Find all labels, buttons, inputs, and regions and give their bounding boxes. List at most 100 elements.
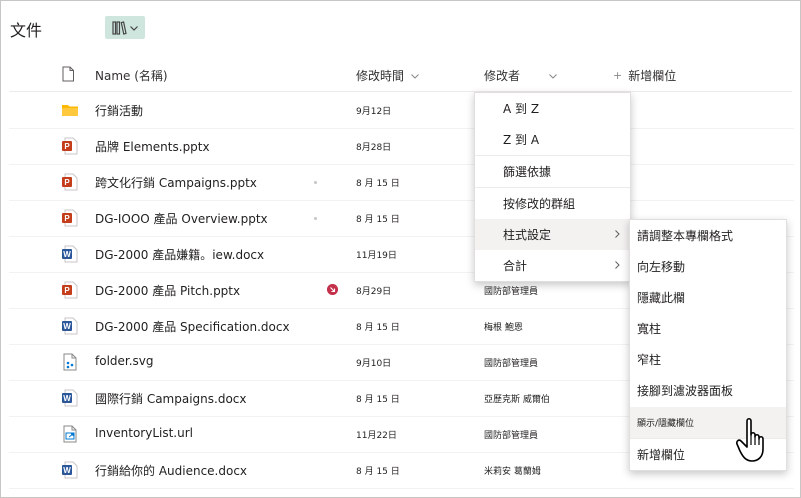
chevron-down-icon [411,73,419,79]
more-actions-dot[interactable] [314,181,317,184]
file-name[interactable]: DG-IOOO 產品 Overview.pptx [95,210,268,227]
svg-text:W: W [63,322,71,331]
powerpoint-icon: P [62,209,78,227]
chevron-down-icon [549,73,557,79]
modified-date: 8 月 15 日 [356,323,400,333]
menu-item-label: 向左移動 [637,260,686,274]
hand-pointer-cursor-icon [736,417,764,462]
submenu-item-pin-to-filters-pane[interactable]: 接腳到濾波器面板 [630,375,786,406]
powerpoint-icon: P [62,173,78,191]
more-actions-dot[interactable] [314,217,317,220]
view-switcher-button[interactable] [105,16,145,39]
file-name[interactable]: 國際行銷 Campaigns.docx [95,390,247,407]
menu-item-label: 顯示/隱藏欄位 [637,419,695,429]
menu-item-label: 合計 [503,259,528,273]
file-name[interactable]: DG-2000 產品 Specification.docx [95,318,290,335]
modified-date: 11月22日 [356,431,397,441]
file-name[interactable]: 品牌 Elements.pptx [95,138,210,155]
column-header-modified-by-label: 修改者 [484,69,521,83]
svg-text:W: W [63,250,71,259]
menu-item-label: 新增欄位 [637,448,686,462]
modified-date: 11月19日 [356,251,397,261]
submenu-item-wider-column[interactable]: 寬柱 [630,313,786,344]
table-row[interactable]: 行銷活動 9月12日 [9,92,794,129]
document-icon [62,66,74,82]
column-header-name-label: Name (名稱) [95,69,168,83]
menu-item-sort-a-to-z[interactable]: A 到 Z [475,93,630,124]
svg-text:P: P [64,142,70,151]
modified-by: 米莉安 葛蘭姆 [484,467,541,477]
document-library: 文件 Name (名稱) 修改時間 修改者 + 新增欄位 行銷活動 9月12日 … [0,0,801,498]
library-view-icon [112,20,127,35]
word-icon: W [62,245,78,263]
modified-date: 8 月 15 日 [356,467,400,477]
chevron-right-icon [615,230,620,238]
svg-file-icon [63,353,77,371]
menu-item-sort-z-to-a[interactable]: Z 到 A [475,124,630,155]
menu-item-label: 接腳到濾波器面板 [637,384,734,398]
url-file-icon [63,425,77,443]
menu-item-label: 窄柱 [637,353,662,367]
submenu-item-format-column[interactable]: 請調整本專欄格式 [630,220,786,251]
file-name[interactable]: 行銷活動 [95,102,143,119]
library-title: 文件 [10,21,43,40]
svg-text:P: P [64,178,70,187]
menu-item-column-settings[interactable]: 柱式設定 [475,219,630,250]
modified-by: 亞歷克斯 威爾伯 [484,395,550,405]
modified-by: 國防部管理員 [484,359,539,369]
file-name[interactable]: DG-2000 產品嫌籍。iew.docx [95,246,264,263]
modified-date: 9月10日 [356,359,392,369]
file-name[interactable]: 跨文化行銷 Campaigns.pptx [95,174,257,191]
menu-item-totals[interactable]: 合計 [475,250,630,281]
svg-text:W: W [63,394,71,403]
submenu-item-hide-column[interactable]: 隱藏此欄 [630,282,786,313]
word-icon: W [62,389,78,407]
menu-item-label: 按修改的群組 [503,197,576,211]
column-header-modified-by[interactable]: 修改者 [484,67,558,84]
add-column-button[interactable]: + 新增欄位 [613,67,676,84]
column-header-modified-label: 修改時間 [356,69,405,83]
folder-icon [62,105,78,116]
chevron-right-icon [615,261,620,269]
column-header-row: Name (名稱) 修改時間 修改者 + 新增欄位 [9,59,792,92]
file-name[interactable]: 行銷給你的 Audience.docx [95,462,247,479]
modified-by: 國防部管理員 [484,431,539,441]
file-name[interactable]: DG-2000 產品 Pitch.pptx [95,282,240,299]
menu-item-label: 隱藏此欄 [637,291,686,305]
menu-item-label: 篩選依據 [503,165,552,179]
table-row[interactable]: P 品牌 Elements.pptx 8月28日 [9,128,794,165]
add-column-label: 新增欄位 [628,69,677,83]
word-icon: W [62,317,78,335]
modified-date: 8 月 15 日 [356,395,400,405]
svg-text:P: P [64,286,70,295]
modified-date: 9月12日 [356,107,392,117]
file-type-header[interactable] [61,66,75,82]
modified-date: 8月28日 [356,143,392,153]
modified-date: 8 月 15 日 [356,215,400,225]
modified-date: 8 月 15 日 [356,179,400,189]
table-row[interactable]: P 跨文化行銷 Campaigns.pptx 8 月 15 日 [9,164,794,201]
menu-item-label: A 到 Z [503,102,540,116]
powerpoint-icon: P [62,137,78,155]
menu-item-group-by[interactable]: 按修改的群組 [475,188,630,219]
sync-error-icon[interactable] [327,284,338,295]
menu-item-label: 請調整本專欄格式 [637,229,734,243]
submenu-item-move-left[interactable]: 向左移動 [630,251,786,282]
menu-item-label: Z 到 A [503,133,540,147]
chevron-down-icon [130,25,138,31]
word-icon: W [62,461,78,479]
modified-date: 8月29日 [356,287,392,297]
file-name[interactable]: folder.svg [95,354,154,368]
menu-item-label: 柱式設定 [503,228,552,242]
menu-item-filter-by[interactable]: 篩選依據 [475,156,630,187]
column-header-name[interactable]: Name (名稱) [95,67,168,84]
column-menu: A 到 Z Z 到 A 篩選依據 按修改的群組 柱式設定 合計 [474,92,631,282]
svg-text:W: W [63,466,71,475]
modified-by: 梅根 鮑恩 [484,323,523,333]
modified-by: 國防部管理員 [484,287,539,297]
svg-text:P: P [64,214,70,223]
file-name[interactable]: InventoryList.url [95,426,193,440]
column-header-modified[interactable]: 修改時間 [356,67,420,84]
powerpoint-icon: P [62,281,78,299]
submenu-item-narrower-column[interactable]: 窄柱 [630,344,786,375]
